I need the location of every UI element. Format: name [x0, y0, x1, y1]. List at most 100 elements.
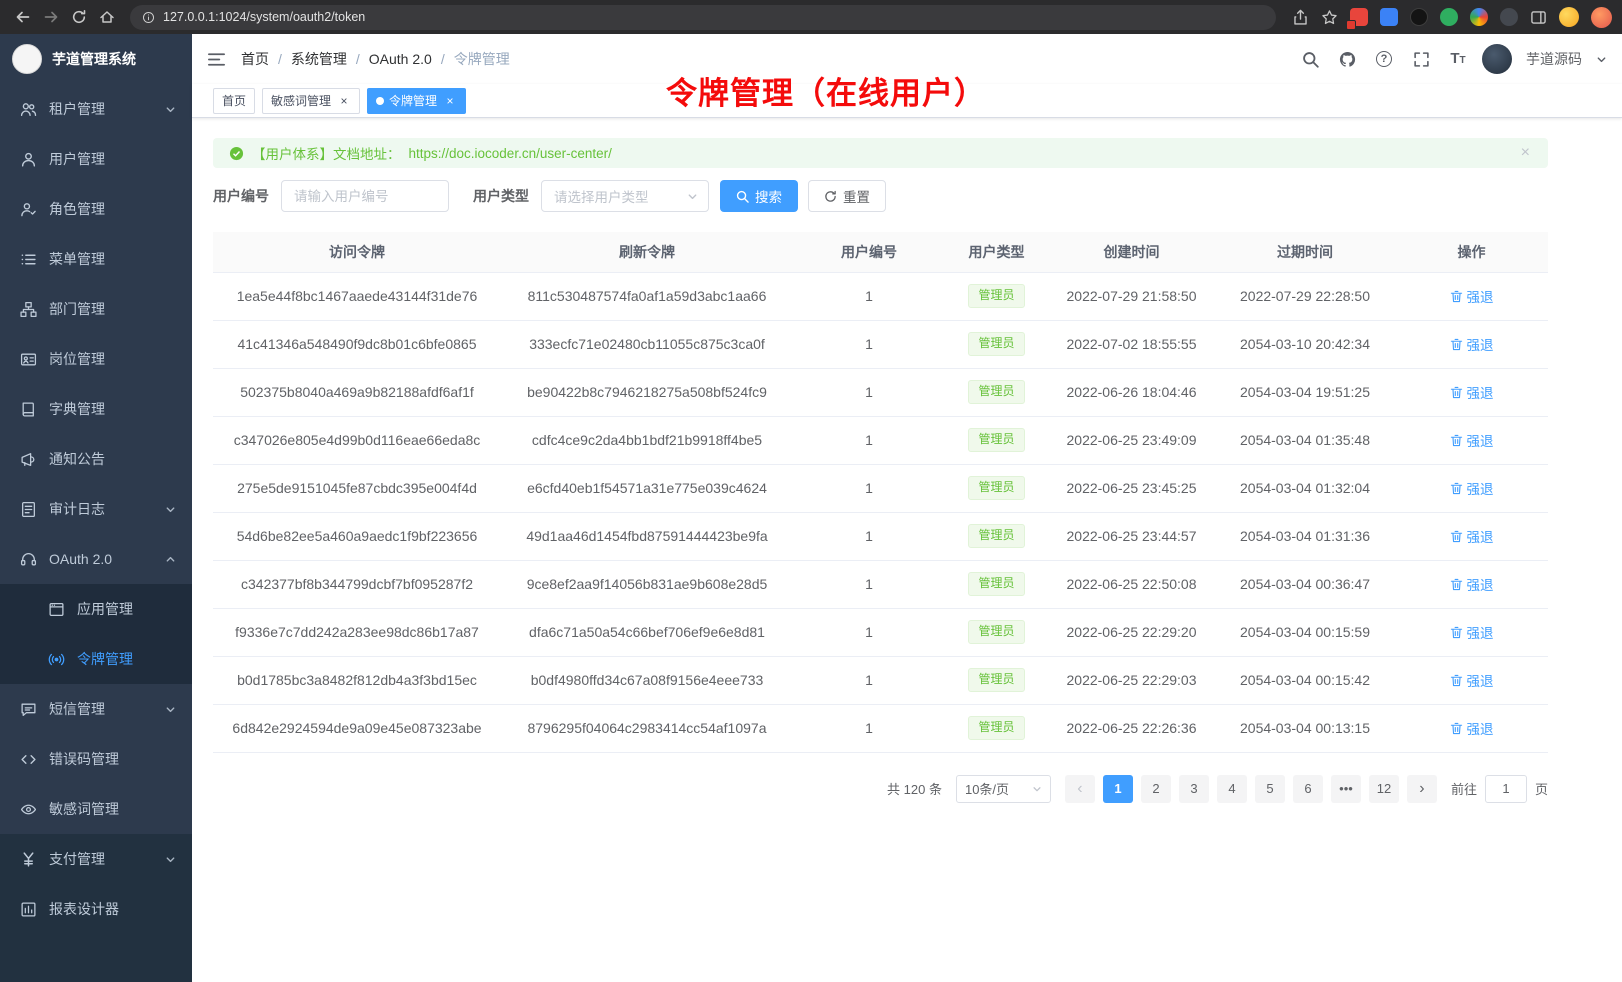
sidebar-item-notice[interactable]: 通知公告: [0, 434, 192, 484]
breadcrumb-item[interactable]: 首页: [241, 49, 269, 69]
username[interactable]: 芋道源码: [1526, 49, 1582, 69]
pagination-page-3[interactable]: 3: [1179, 775, 1209, 803]
search-button[interactable]: 搜索: [720, 180, 798, 212]
sidebar-item-dict[interactable]: 字典管理: [0, 384, 192, 434]
sidebar-item-sms[interactable]: 短信管理: [0, 684, 192, 734]
share-icon[interactable]: [1292, 9, 1309, 26]
site-info-icon[interactable]: [142, 11, 155, 24]
sidebar-item-dept[interactable]: 部门管理: [0, 284, 192, 334]
sidebar-panel-icon[interactable]: [1530, 9, 1547, 26]
sidebar-item-menu[interactable]: 菜单管理: [0, 234, 192, 284]
tab-label: 敏感词管理: [271, 92, 331, 109]
doc-alert: 【用户体系】文档地址： https://doc.iocoder.cn/user-…: [213, 138, 1548, 168]
pagination-page-4[interactable]: 4: [1217, 775, 1247, 803]
user-id-input[interactable]: [281, 180, 449, 212]
bookmark-star-icon[interactable]: [1321, 9, 1338, 26]
page-size-select[interactable]: 10条/页: [956, 775, 1051, 803]
breadcrumb-item[interactable]: 系统管理: [291, 49, 347, 69]
force-logout-button[interactable]: 强退: [1450, 622, 1494, 642]
home-icon[interactable]: [94, 4, 120, 30]
breadcrumb-item[interactable]: OAuth 2.0: [369, 51, 432, 67]
sidebar-item-post[interactable]: 岗位管理: [0, 334, 192, 384]
force-logout-button[interactable]: 强退: [1450, 670, 1494, 690]
tab-token[interactable]: 令牌管理×: [367, 88, 466, 114]
tab-sensitive-word[interactable]: 敏感词管理 ×: [262, 88, 360, 114]
pagination-page-1[interactable]: 1: [1103, 775, 1133, 803]
cell-actions: 强退: [1395, 704, 1548, 752]
force-logout-label: 强退: [1467, 670, 1494, 690]
pagination-page-6[interactable]: 6: [1293, 775, 1323, 803]
force-logout-button[interactable]: 强退: [1450, 478, 1494, 498]
alert-doc-link[interactable]: https://doc.iocoder.cn/user-center/: [409, 146, 612, 161]
app-logo-row[interactable]: 芋道管理系统: [0, 34, 192, 84]
cell-created-time: 2022-06-25 22:29:20: [1048, 608, 1215, 656]
force-logout-button[interactable]: 强退: [1450, 718, 1494, 738]
extension-dark-icon[interactable]: [1500, 8, 1518, 26]
user-type-placeholder: 请选择用户类型: [554, 186, 649, 206]
pagination-page-2[interactable]: 2: [1141, 775, 1171, 803]
reload-icon[interactable]: [66, 4, 92, 30]
role-icon: [20, 201, 37, 218]
pagination-next-button[interactable]: ›: [1407, 775, 1437, 803]
extension-black-icon[interactable]: [1410, 8, 1428, 26]
reset-button[interactable]: 重置: [808, 180, 886, 212]
sidebar-item-pay[interactable]: 支付管理: [0, 834, 192, 884]
sidebar-item-oauth2[interactable]: OAuth 2.0: [0, 534, 192, 584]
pagination-page-12[interactable]: 12: [1369, 775, 1399, 803]
sidebar-item-label: OAuth 2.0: [49, 551, 112, 567]
success-check-icon: [229, 146, 244, 161]
extension-colorful-icon[interactable]: [1470, 8, 1488, 26]
sidebar-item-oauth2-token[interactable]: 令牌管理: [0, 634, 192, 684]
sidebar-item-audit-log[interactable]: 审计日志: [0, 484, 192, 534]
sidebar-item-error-code[interactable]: 错误码管理: [0, 734, 192, 784]
extension-green-icon[interactable]: [1440, 8, 1458, 26]
address-bar[interactable]: 127.0.0.1:1024/system/oauth2/token: [130, 5, 1276, 30]
user-type-select[interactable]: 请选择用户类型: [541, 180, 709, 212]
search-icon[interactable]: [1300, 49, 1320, 69]
help-icon[interactable]: ?: [1374, 49, 1394, 69]
pagination-prev-button[interactable]: ‹: [1065, 775, 1095, 803]
sidebar-item-sensitive-word[interactable]: 敏感词管理: [0, 784, 192, 834]
user-avatar[interactable]: [1482, 44, 1512, 74]
extension-red-icon[interactable]: [1350, 8, 1368, 26]
font-size-icon[interactable]: TT: [1448, 49, 1468, 69]
cell-user-id: 1: [793, 560, 945, 608]
force-logout-button[interactable]: 强退: [1450, 430, 1494, 450]
force-logout-button[interactable]: 强退: [1450, 526, 1494, 546]
sidebar-item-label: 令牌管理: [77, 649, 133, 669]
pagination-page-5[interactable]: 5: [1255, 775, 1285, 803]
chevron-down-icon[interactable]: [1596, 54, 1607, 65]
tab-close-icon[interactable]: ×: [443, 94, 457, 108]
emoji-avatar-icon[interactable]: [1559, 7, 1579, 27]
column-header: 用户编号: [793, 232, 945, 272]
sidebar-item-role[interactable]: 角色管理: [0, 184, 192, 234]
breadcrumb-separator: /: [278, 51, 282, 67]
tab-home[interactable]: 首页: [213, 88, 255, 114]
force-logout-button[interactable]: 强退: [1450, 334, 1494, 354]
alert-close-icon[interactable]: ×: [1521, 145, 1530, 161]
tab-close-icon[interactable]: ×: [337, 94, 351, 108]
sidebar-item-report-designer[interactable]: 报表设计器: [0, 884, 192, 934]
profile-avatar-icon[interactable]: [1591, 7, 1612, 28]
sidebar-item-tenant[interactable]: 租户管理: [0, 84, 192, 134]
extension-blue-icon[interactable]: [1380, 8, 1398, 26]
header-right: ? TT 芋道源码: [1300, 44, 1607, 74]
sidebar-item-label: 角色管理: [49, 199, 105, 219]
forward-icon[interactable]: [38, 4, 64, 30]
goto-page-input[interactable]: [1485, 775, 1527, 803]
sidebar-item-oauth2-application[interactable]: 应用管理: [0, 584, 192, 634]
trash-icon: [1450, 434, 1463, 447]
pagination-ellipsis[interactable]: •••: [1331, 775, 1361, 803]
fullscreen-icon[interactable]: [1411, 49, 1431, 69]
force-logout-button[interactable]: 强退: [1450, 574, 1494, 594]
back-icon[interactable]: [10, 4, 36, 30]
sidebar-item-user[interactable]: 用户管理: [0, 134, 192, 184]
audit-icon: [20, 501, 37, 518]
search-button-label: 搜索: [755, 186, 782, 206]
force-logout-button[interactable]: 强退: [1450, 286, 1494, 306]
cell-actions: 强退: [1395, 608, 1548, 656]
force-logout-button[interactable]: 强退: [1450, 382, 1494, 402]
github-icon[interactable]: [1337, 49, 1357, 69]
hamburger-icon[interactable]: [207, 50, 226, 69]
cell-access-token: b0d1785bc3a8482f812db4a3f3bd15ec: [213, 656, 501, 704]
